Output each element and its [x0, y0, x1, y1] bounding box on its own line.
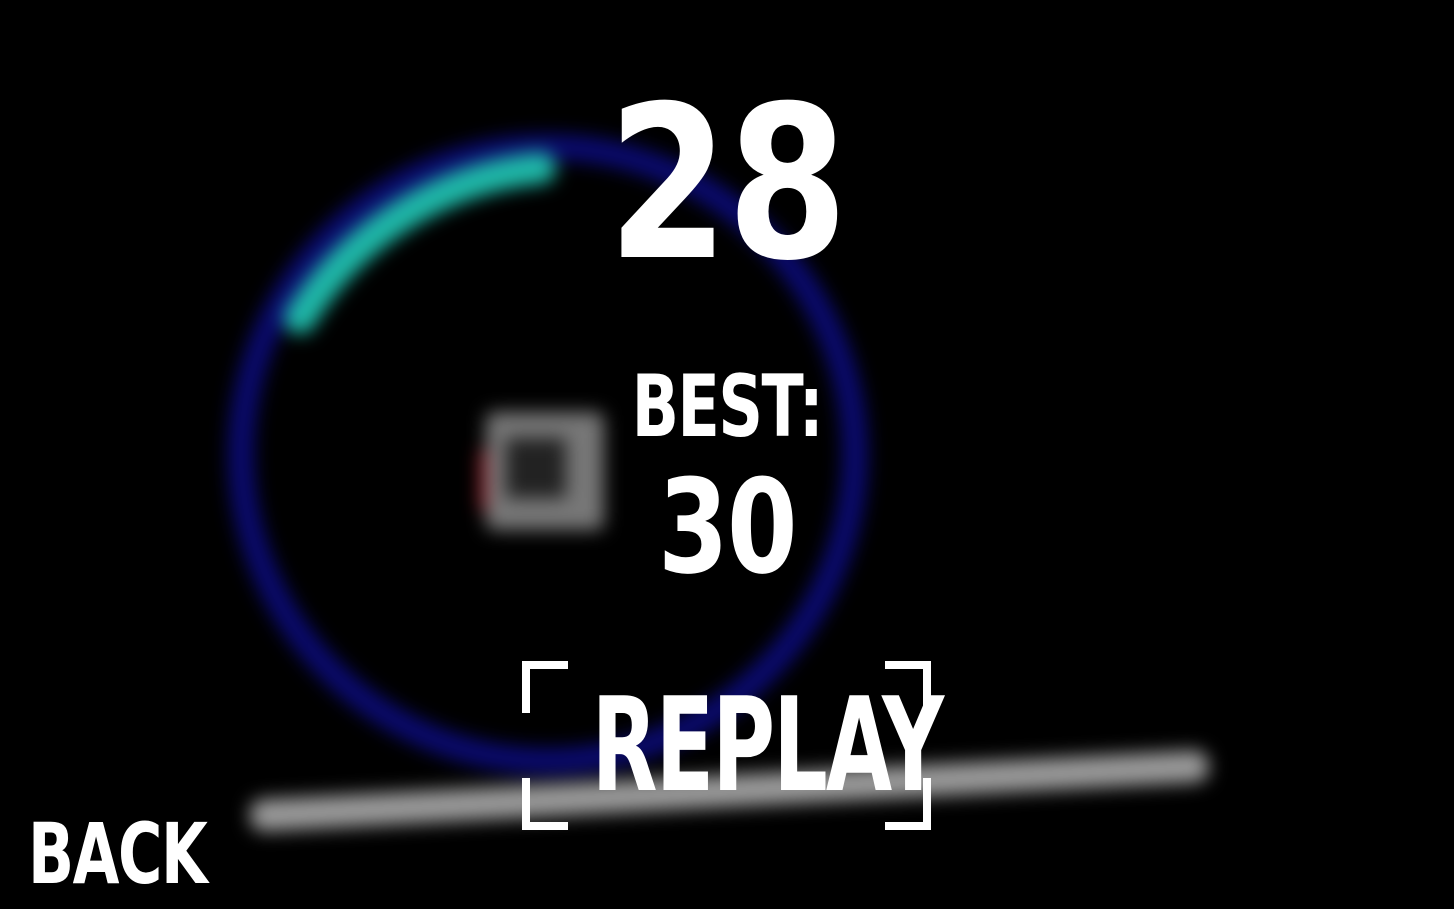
replay-button[interactable]: REPLAY — [522, 661, 945, 830]
current-score: 28 — [607, 60, 848, 307]
best-score-label: BEST: — [631, 357, 824, 457]
back-button[interactable]: BACK — [28, 806, 208, 902]
best-score-value: 30 — [657, 451, 798, 603]
replay-button-label: REPLAY — [591, 669, 945, 821]
game-over-screen: 28 BEST: 30 REPLAY BACK — [0, 0, 1454, 909]
frame-corner-top-left-icon — [522, 661, 568, 713]
player-cube-core — [506, 438, 566, 498]
frame-corner-bottom-left-icon — [522, 778, 568, 830]
